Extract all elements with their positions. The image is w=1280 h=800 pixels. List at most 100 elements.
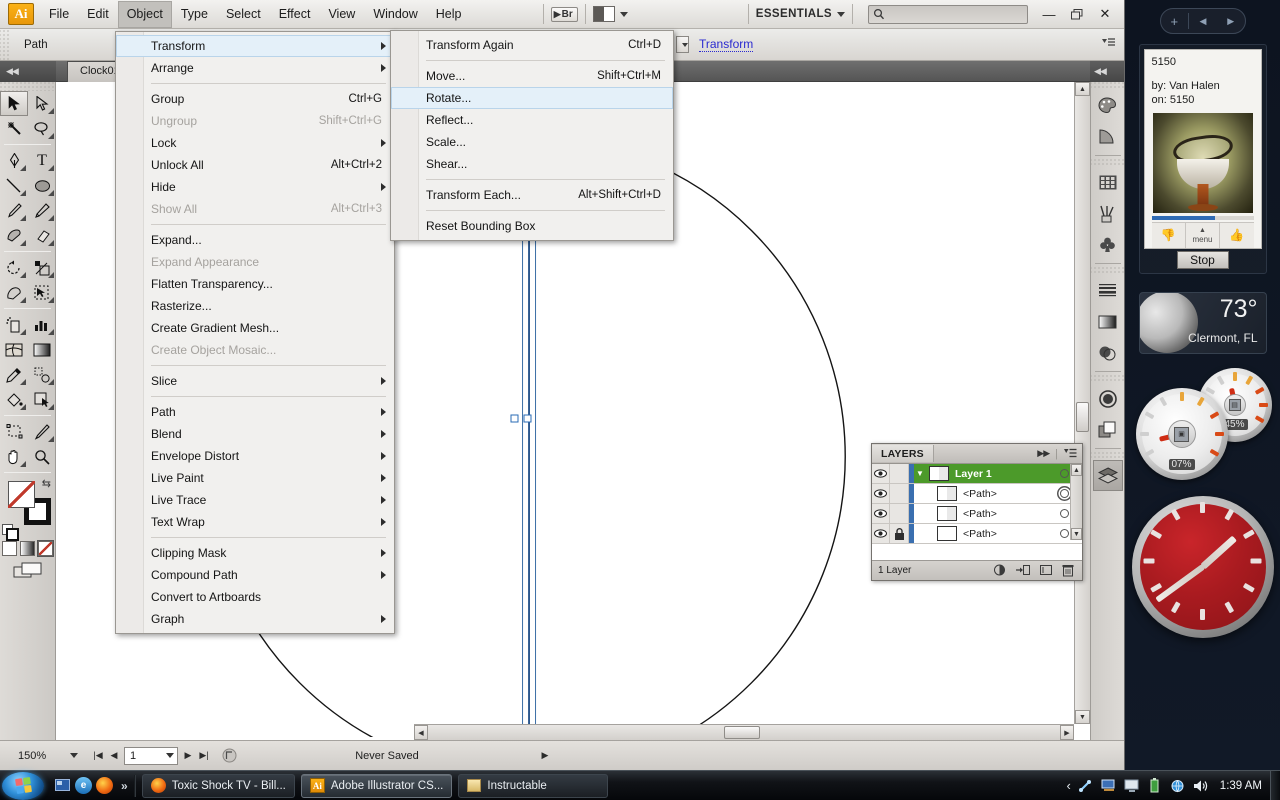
layer-target-indicator[interactable]: [1057, 489, 1071, 498]
system-meter-gadget[interactable]: ▤ 45% ▣ 07%: [1128, 362, 1278, 482]
battery-icon[interactable]: [1147, 778, 1163, 794]
menu-item-reset-bounding-box[interactable]: Reset Bounding Box: [391, 215, 673, 237]
cpu-gauge[interactable]: ▣ 07%: [1135, 388, 1228, 480]
hand-tool[interactable]: [0, 444, 28, 469]
horizontal-scroll-thumb[interactable]: [724, 726, 760, 739]
remote-desktop-icon[interactable]: [1101, 778, 1117, 794]
layers-panel-icon[interactable]: [1092, 460, 1123, 491]
menu-item-reflect[interactable]: Reflect...: [391, 109, 673, 131]
object-menu[interactable]: Transform Arrange Group Ctrl+G Ungroup Shift+…: [115, 31, 395, 634]
add-gadget-button[interactable]: +: [1161, 14, 1189, 29]
last-artboard-button[interactable]: ▶|: [196, 747, 212, 765]
magic-wand-tool[interactable]: [0, 116, 28, 141]
color-guide-panel-icon[interactable]: [1093, 121, 1123, 152]
toolbox-grip[interactable]: [0, 82, 55, 91]
symbol-sprayer-tool[interactable]: [0, 312, 28, 337]
layer-target-indicator[interactable]: [1057, 469, 1071, 478]
menu-item-transform[interactable]: Transform: [116, 35, 394, 57]
visibility-eye-icon[interactable]: [872, 464, 890, 483]
layer-name[interactable]: Layer 1: [952, 468, 1057, 480]
lock-toggle-empty[interactable]: [890, 484, 909, 503]
ellipse-tool[interactable]: [28, 173, 56, 198]
taskbar-clock[interactable]: 1:39 AM: [1220, 780, 1262, 792]
type-tool[interactable]: T: [28, 148, 56, 173]
visibility-eye-icon[interactable]: [872, 484, 890, 503]
free-transform-tool[interactable]: [28, 280, 56, 305]
layer-row[interactable]: <Path>: [872, 484, 1082, 504]
symbols-panel-icon[interactable]: [1093, 229, 1123, 260]
launch-bridge-button[interactable]: ▶ Br: [550, 6, 578, 22]
close-button[interactable]: ✕: [1092, 4, 1118, 24]
layers-scroll-up-icon[interactable]: ▲: [1071, 464, 1082, 476]
layers-panel[interactable]: LAYERS ▶▶ | ▼ Layer 1 <Path> <Path> <Path> ▲: [871, 443, 1083, 581]
menu-item-clipping-mask[interactable]: Clipping Mask: [116, 542, 394, 564]
layer-row[interactable]: <Path>: [872, 524, 1082, 544]
menu-item-graph[interactable]: Graph: [116, 608, 394, 630]
brushes-panel-icon[interactable]: [1093, 198, 1123, 229]
make-clipping-mask-button[interactable]: [993, 564, 1006, 576]
show-desktop-icon[interactable]: [54, 777, 71, 794]
internet-explorer-icon[interactable]: e: [75, 777, 92, 794]
menu-select[interactable]: Select: [217, 1, 270, 28]
start-button[interactable]: [2, 771, 44, 800]
zoom-level-field[interactable]: 150%: [14, 747, 64, 765]
firefox-icon[interactable]: [96, 777, 113, 794]
scroll-down-arrow-icon[interactable]: ▼: [1075, 710, 1090, 724]
lock-icon[interactable]: [890, 524, 909, 543]
previous-artboard-button[interactable]: ◀: [106, 747, 122, 765]
artboard-number-field[interactable]: 1: [124, 746, 178, 765]
menu-view[interactable]: View: [319, 1, 364, 28]
menu-item-arrange[interactable]: Arrange: [116, 57, 394, 79]
color-panel-icon[interactable]: [1093, 90, 1123, 121]
workspace-switcher[interactable]: ESSENTIALS: [756, 8, 845, 20]
dock-group-grip-4[interactable]: [1091, 452, 1124, 460]
layer-name[interactable]: <Path>: [960, 528, 1057, 540]
menu-item-lock[interactable]: Lock: [116, 132, 394, 154]
layers-panel-tab[interactable]: LAYERS: [872, 445, 934, 462]
layer-target-indicator[interactable]: [1057, 509, 1071, 518]
show-desktop-button[interactable]: [1270, 770, 1280, 800]
menu-item-live-trace[interactable]: Live Trace: [116, 489, 394, 511]
transform-panel-link[interactable]: Transform: [699, 37, 754, 52]
dock-group-grip-2[interactable]: [1091, 267, 1124, 275]
live-paint-bucket-tool[interactable]: [0, 387, 28, 412]
dock-group-grip[interactable]: [1091, 159, 1124, 167]
create-new-layer-button[interactable]: [1040, 564, 1052, 576]
menu-item-convert-to-artboards[interactable]: Convert to Artboards: [116, 586, 394, 608]
menu-effect[interactable]: Effect: [270, 1, 320, 28]
pandora-stop-button[interactable]: Stop: [1176, 251, 1229, 269]
menu-item-text-wrap[interactable]: Text Wrap: [116, 511, 394, 533]
next-artboard-button[interactable]: ▶: [180, 747, 196, 765]
dock-grip[interactable]: [1091, 82, 1124, 90]
scale-tool[interactable]: [28, 255, 56, 280]
menu-item-shear[interactable]: Shear...: [391, 153, 673, 175]
blend-tool[interactable]: [28, 362, 56, 387]
first-artboard-button[interactable]: |◀: [90, 747, 106, 765]
menu-edit[interactable]: Edit: [78, 1, 118, 28]
toolbox-collapse-button[interactable]: ◀◀: [0, 61, 56, 82]
pen-tool[interactable]: [0, 148, 28, 173]
zoom-dropdown-icon[interactable]: [70, 753, 78, 758]
direct-selection-tool[interactable]: [28, 91, 56, 116]
control-bar-menu-button[interactable]: [1102, 37, 1116, 52]
network-icon[interactable]: [1170, 778, 1186, 794]
blob-brush-tool[interactable]: [0, 223, 28, 248]
tray-expand-chevron-icon[interactable]: ‹: [1066, 778, 1070, 793]
lasso-tool[interactable]: [28, 116, 56, 141]
rotate-tool[interactable]: [0, 255, 28, 280]
search-input[interactable]: [868, 4, 1028, 24]
menu-item-rasterize[interactable]: Rasterize...: [116, 295, 394, 317]
layers-list[interactable]: ▼ Layer 1 <Path> <Path> <Path> ▲ ▼: [872, 464, 1082, 560]
menu-file[interactable]: File: [40, 1, 78, 28]
gradient-mode-button[interactable]: [20, 541, 35, 556]
swatches-panel-icon[interactable]: [1093, 167, 1123, 198]
network-cable-icon[interactable]: [1078, 778, 1094, 794]
eyedropper-tool[interactable]: [0, 362, 28, 387]
layers-scrollbar[interactable]: ▲ ▼: [1070, 464, 1082, 540]
restore-button[interactable]: [1064, 4, 1090, 24]
selection-tool[interactable]: [0, 91, 28, 116]
menu-item-hide[interactable]: Hide: [116, 176, 394, 198]
menu-item-slice[interactable]: Slice: [116, 370, 394, 392]
weather-gadget[interactable]: 73° Clermont, FL: [1138, 292, 1267, 354]
menu-item-group[interactable]: Group Ctrl+G: [116, 88, 394, 110]
